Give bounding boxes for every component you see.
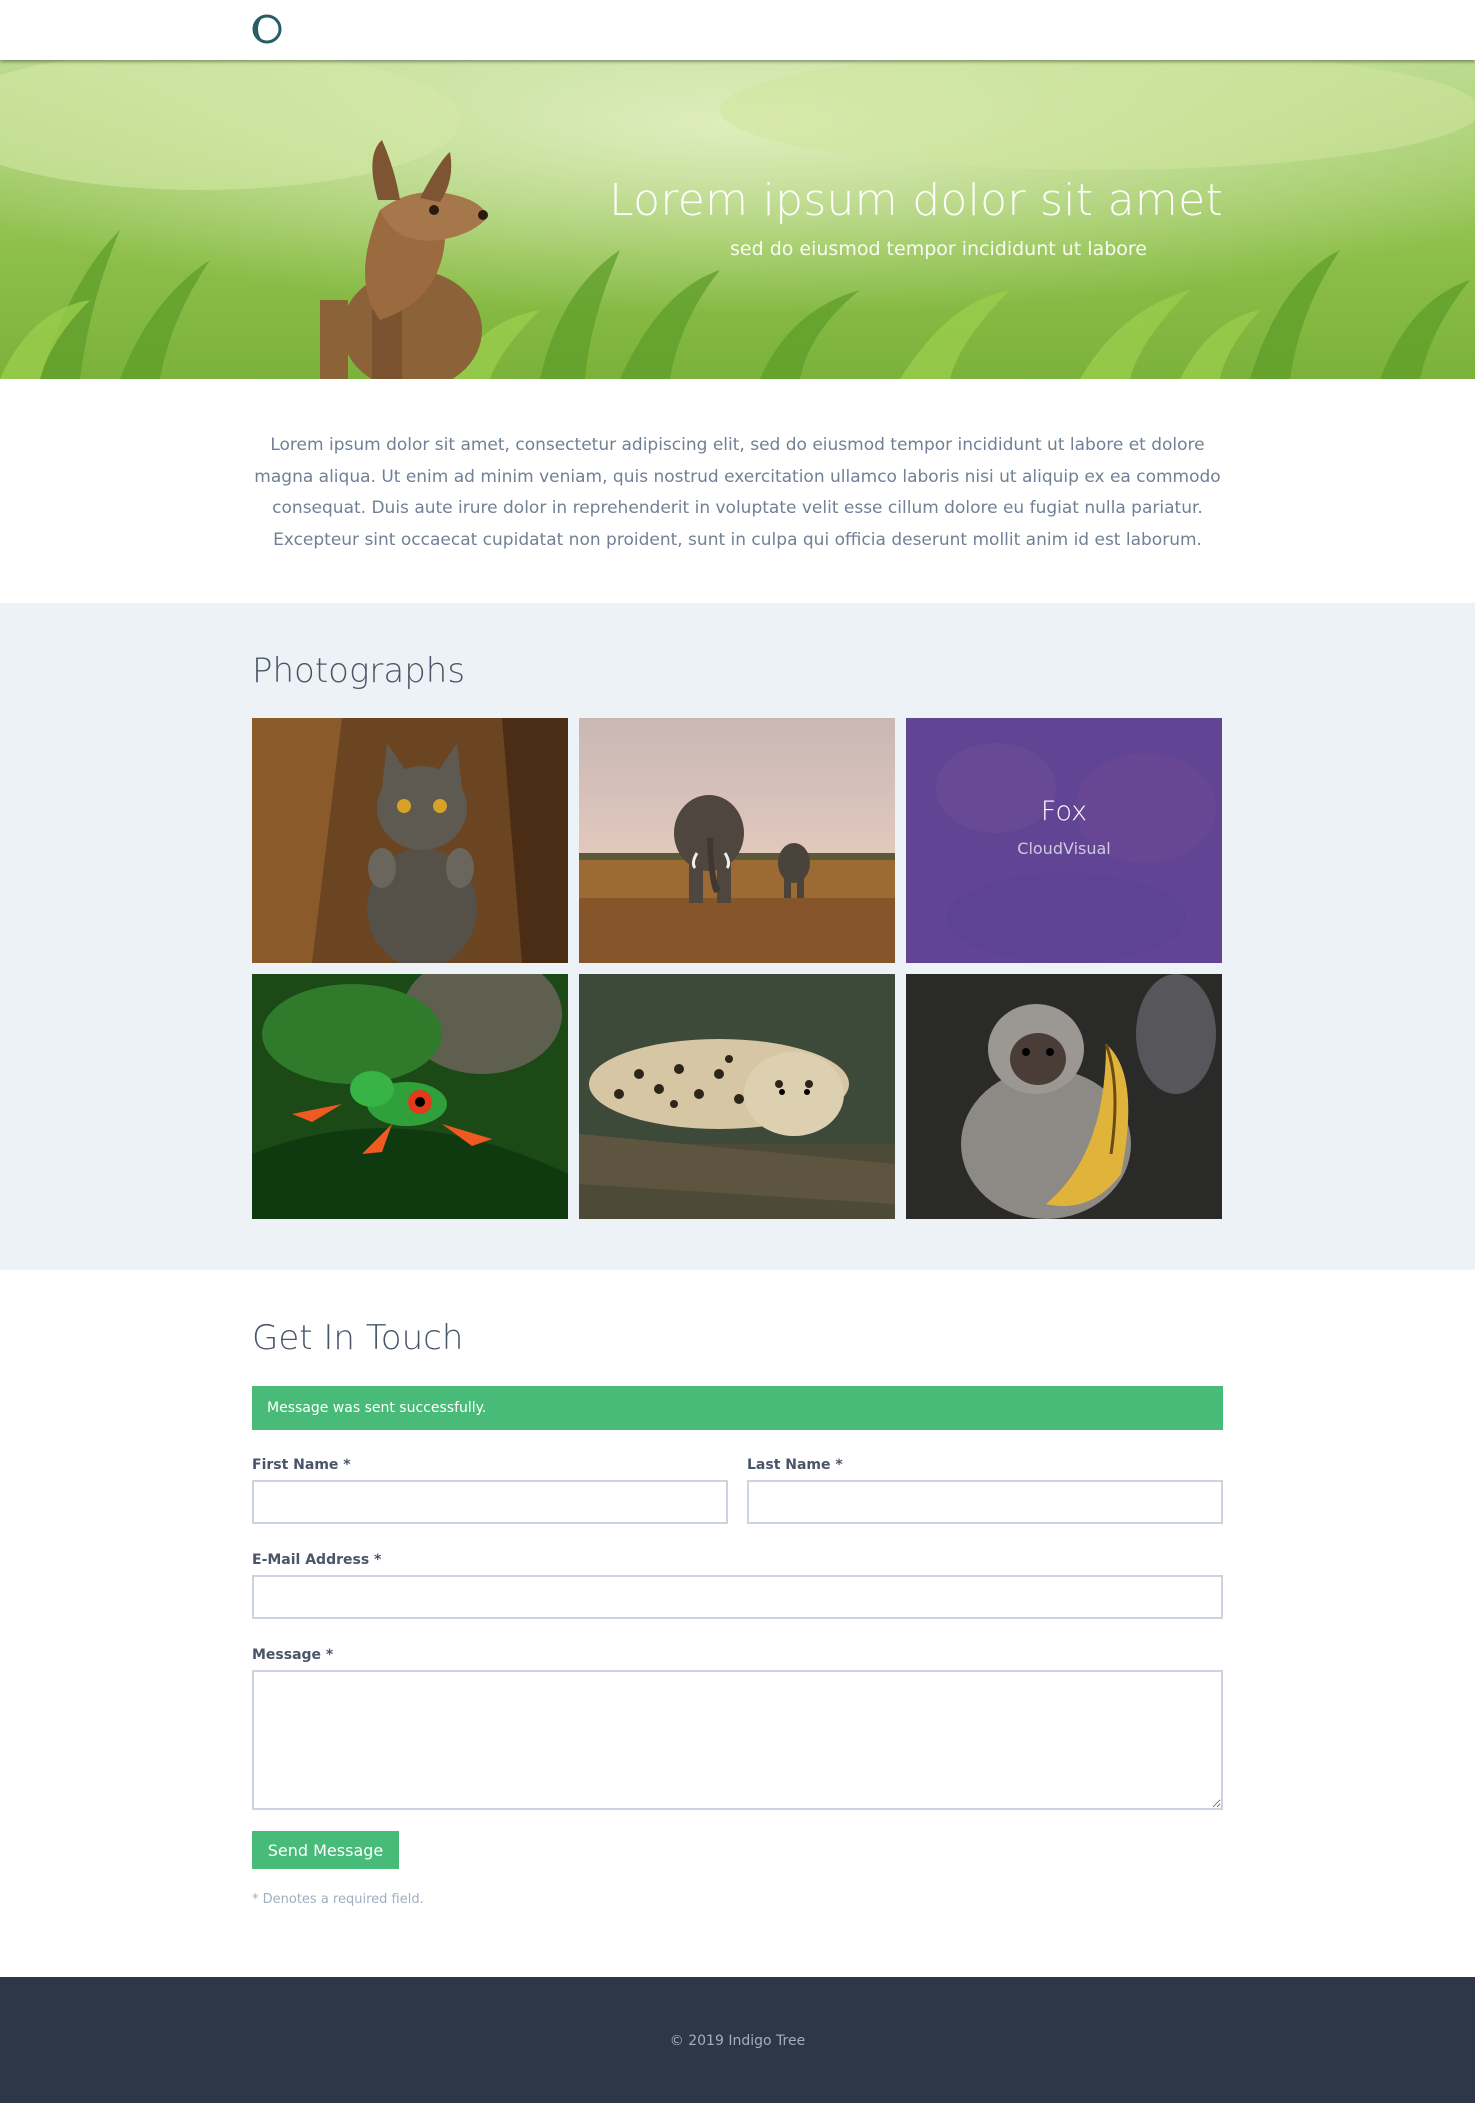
top-navbar <box>0 0 1475 60</box>
contact-section: Get In Touch Message was sent successful… <box>0 1270 1475 1977</box>
monkey-photo <box>906 974 1222 1219</box>
copyright-text: © 2019 Indigo Tree <box>669 2033 806 2049</box>
photo-tile-elephant[interactable] <box>579 718 895 963</box>
message-textarea[interactable] <box>252 1670 1223 1810</box>
first-name-input[interactable] <box>252 1480 728 1524</box>
hero-banner: Lorem ipsum dolor sit amet sed do eiusmo… <box>0 60 1475 379</box>
photo-tile-frog[interactable] <box>252 974 568 1219</box>
intro-paragraph: Lorem ipsum dolor sit amet, consectetur … <box>254 435 1221 550</box>
email-label: E-Mail Address * <box>252 1552 382 1568</box>
cat-photo <box>252 718 568 963</box>
half-moon-logo-icon[interactable] <box>252 14 282 44</box>
photo-tile-monkey[interactable] <box>906 974 1222 1219</box>
page-footer: © 2019 Indigo Tree <box>0 1977 1475 2103</box>
leopard-photo <box>579 974 895 1219</box>
photo-tile-fox[interactable]: Fox CloudVisual <box>906 718 1222 963</box>
hero-title: Lorem ipsum dolor sit amet <box>609 175 1223 226</box>
email-input[interactable] <box>252 1575 1223 1619</box>
fox-credit: CloudVisual <box>1017 839 1111 858</box>
photographs-title: Photographs <box>252 651 466 691</box>
photo-tile-leopard[interactable] <box>579 974 895 1219</box>
photo-tile-cat[interactable] <box>252 718 568 963</box>
last-name-input[interactable] <box>747 1480 1223 1524</box>
hero-subtitle: sed do eiusmod tempor incididunt ut labo… <box>730 238 1147 260</box>
contact-title: Get In Touch <box>252 1318 464 1358</box>
elephant-photo <box>579 718 895 963</box>
first-name-label: First Name * <box>252 1457 351 1473</box>
message-label: Message * <box>252 1647 334 1663</box>
fox-caption: Fox <box>1040 796 1088 827</box>
required-field-note: * Denotes a required field. <box>252 1892 424 1907</box>
photographs-section: Photographs Fox CloudVisual <box>0 603 1475 1270</box>
send-message-button[interactable]: Send Message <box>252 1831 399 1869</box>
success-alert: Message was sent successfully. <box>252 1386 1223 1430</box>
last-name-label: Last Name * <box>747 1457 843 1473</box>
frog-photo <box>252 974 568 1219</box>
